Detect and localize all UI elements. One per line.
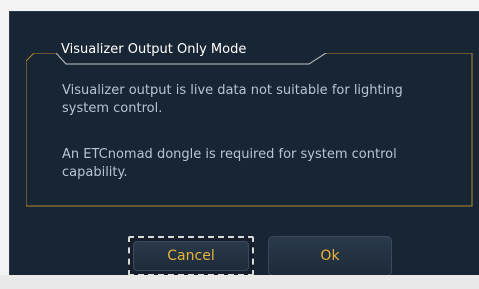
cancel-button-label: Cancel (167, 248, 215, 264)
visualizer-mode-dialog: Visualizer Output Only Mode Visualizer o… (9, 11, 479, 276)
ok-button[interactable]: Ok (268, 236, 392, 276)
group-box-frame (26, 53, 473, 207)
group-title: Visualizer Output Only Mode (61, 42, 247, 57)
window-background-left (0, 0, 9, 289)
message-dongle-required: An ETCnomad dongle is required for syste… (62, 147, 397, 180)
cancel-button[interactable]: Cancel (128, 236, 254, 276)
message-live-data: Visualizer output is live data not suita… (62, 83, 403, 116)
window-background-bottom (0, 275, 479, 289)
ok-button-label: Ok (320, 248, 340, 264)
window-background-top (0, 0, 479, 11)
group-box-border (26, 53, 473, 207)
